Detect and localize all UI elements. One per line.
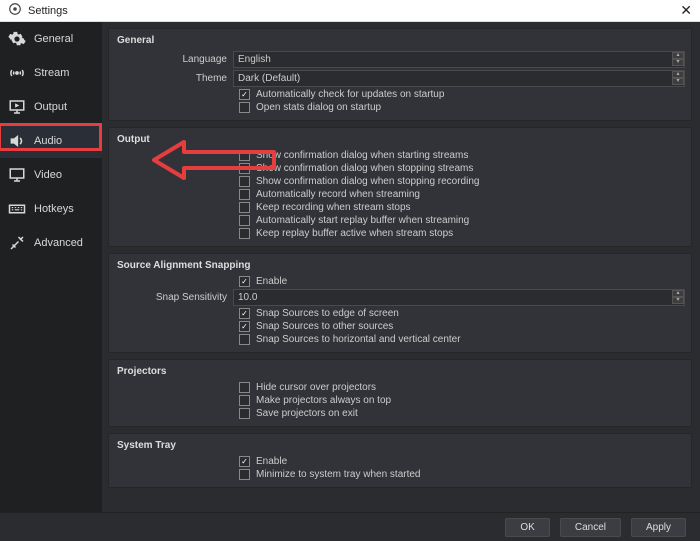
snap-sensitivity-input[interactable]: 10.0 [233,289,685,306]
spinners[interactable]: ▴▾ [672,71,684,85]
language-select[interactable]: English [233,51,685,68]
sidebar-item-video[interactable]: Video [0,158,102,192]
main-panel: General Language English ▴▾ Theme Dark (… [102,22,700,512]
checkbox-stats-dialog[interactable] [239,102,250,113]
cancel-button[interactable]: Cancel [560,518,621,537]
broadcast-icon [8,64,26,82]
checkbox-label: Open stats dialog on startup [256,102,381,113]
language-label: Language [115,54,233,65]
close-icon[interactable]: ✕ [680,2,692,19]
group-system-tray: System Tray Enable Minimize to system tr… [108,433,692,488]
tools-icon [8,234,26,252]
snap-sensitivity-label: Snap Sensitivity [115,292,233,303]
sidebar-item-label: Audio [34,135,62,147]
sidebar-item-output[interactable]: Output [0,90,102,124]
group-title: General [109,29,691,48]
speaker-icon [8,132,26,150]
checkbox-label: Snap Sources to other sources [256,321,393,332]
sidebar-item-audio[interactable]: Audio [0,124,102,158]
checkbox[interactable] [239,408,250,419]
checkbox-label: Enable [256,456,287,467]
checkbox-label: Keep recording when stream stops [256,202,411,213]
checkbox[interactable] [239,321,250,332]
theme-label: Theme [115,73,233,84]
checkbox[interactable] [239,228,250,239]
group-snapping: Source Alignment Snapping Enable Snap Se… [108,253,692,353]
sidebar-item-label: Video [34,169,62,181]
sidebar-item-label: Hotkeys [34,203,74,215]
checkbox-tray-enable[interactable] [239,456,250,467]
checkbox[interactable] [239,202,250,213]
checkbox[interactable] [239,334,250,345]
sidebar-item-label: Advanced [34,237,83,249]
window-title: Settings [28,5,68,17]
checkbox[interactable] [239,395,250,406]
group-output: Output Show confirmation dialog when sta… [108,127,692,247]
gear-icon [8,30,26,48]
checkbox-label: Enable [256,276,287,287]
sidebar-item-hotkeys[interactable]: Hotkeys [0,192,102,226]
ok-button[interactable]: OK [505,518,549,537]
sidebar-item-label: Output [34,101,67,113]
monitor-icon [8,166,26,184]
checkbox-label: Automatically check for updates on start… [256,89,444,100]
checkbox-label: Show confirmation dialog when stopping s… [256,163,473,174]
checkbox-label: Save projectors on exit [256,408,358,419]
spinners[interactable]: ▴▾ [672,52,684,66]
checkbox-label: Snap Sources to edge of screen [256,308,399,319]
sidebar-item-label: Stream [34,67,69,79]
checkbox[interactable] [239,189,250,200]
checkbox-label: Snap Sources to horizontal and vertical … [256,334,461,345]
checkbox[interactable] [239,150,250,161]
group-title: Projectors [109,360,691,379]
checkbox[interactable] [239,215,250,226]
spinners[interactable]: ▴▾ [672,290,684,304]
sidebar: General Stream Output Audio Video [0,22,102,512]
sidebar-item-general[interactable]: General [0,22,102,56]
keyboard-icon [8,200,26,218]
footer: OK Cancel Apply [0,512,700,541]
checkbox-label: Automatically record when streaming [256,189,420,200]
group-title: System Tray [109,434,691,453]
checkbox[interactable] [239,382,250,393]
group-title: Source Alignment Snapping [109,254,691,273]
checkbox-label: Automatically start replay buffer when s… [256,215,469,226]
checkbox-label: Hide cursor over projectors [256,382,376,393]
group-projectors: Projectors Hide cursor over projectors M… [108,359,692,427]
group-title: Output [109,128,691,147]
checkbox[interactable] [239,163,250,174]
sidebar-item-stream[interactable]: Stream [0,56,102,90]
checkbox-label: Make projectors always on top [256,395,391,406]
app-icon [8,2,22,19]
output-icon [8,98,26,116]
checkbox-label: Show confirmation dialog when stopping r… [256,176,479,187]
apply-button[interactable]: Apply [631,518,686,537]
group-general: General Language English ▴▾ Theme Dark (… [108,28,692,121]
sidebar-item-advanced[interactable]: Advanced [0,226,102,260]
theme-select[interactable]: Dark (Default) [233,70,685,87]
checkbox-tray-minimize[interactable] [239,469,250,480]
sidebar-item-label: General [34,33,73,45]
checkbox-label: Show confirmation dialog when starting s… [256,150,468,161]
checkbox-label: Keep replay buffer active when stream st… [256,228,453,239]
checkbox-snap-enable[interactable] [239,276,250,287]
titlebar: Settings ✕ [0,0,700,22]
checkbox[interactable] [239,308,250,319]
checkbox-auto-updates[interactable] [239,89,250,100]
checkbox[interactable] [239,176,250,187]
checkbox-label: Minimize to system tray when started [256,469,421,480]
